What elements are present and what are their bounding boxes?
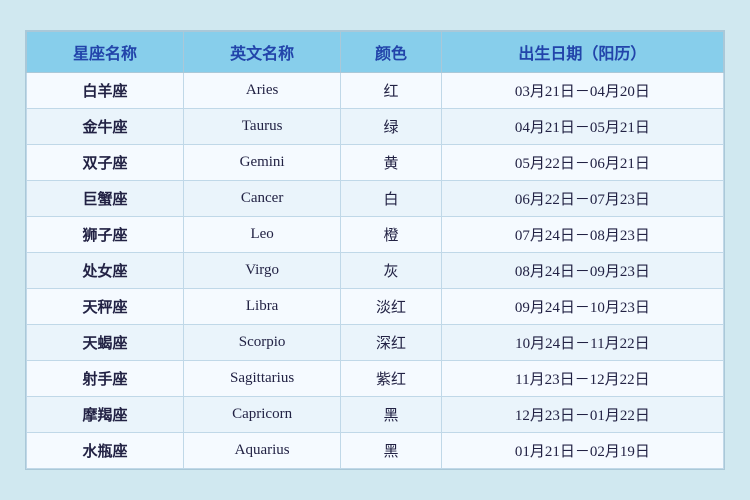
table-header-row: 星座名称 英文名称 颜色 出生日期（阳历） [27,32,724,73]
cell-dates: 12月23日－01月22日 [441,397,723,433]
cell-color: 深红 [341,325,442,361]
cell-chinese-name: 射手座 [27,361,184,397]
cell-english-name: Aquarius [183,433,340,469]
cell-english-name: Gemini [183,145,340,181]
cell-chinese-name: 天秤座 [27,289,184,325]
cell-color: 紫红 [341,361,442,397]
cell-english-name: Capricorn [183,397,340,433]
cell-chinese-name: 金牛座 [27,109,184,145]
cell-english-name: Scorpio [183,325,340,361]
cell-dates: 07月24日－08月23日 [441,217,723,253]
table-body: 白羊座Aries红03月21日－04月20日金牛座Taurus绿04月21日－0… [27,73,724,469]
table-row: 处女座Virgo灰08月24日－09月23日 [27,253,724,289]
cell-english-name: Aries [183,73,340,109]
cell-dates: 06月22日－07月23日 [441,181,723,217]
cell-color: 白 [341,181,442,217]
cell-color: 红 [341,73,442,109]
cell-dates: 11月23日－12月22日 [441,361,723,397]
cell-color: 橙 [341,217,442,253]
header-english-name: 英文名称 [183,32,340,73]
header-dates: 出生日期（阳历） [441,32,723,73]
table-row: 水瓶座Aquarius黑01月21日－02月19日 [27,433,724,469]
cell-chinese-name: 白羊座 [27,73,184,109]
cell-chinese-name: 摩羯座 [27,397,184,433]
cell-english-name: Leo [183,217,340,253]
cell-color: 灰 [341,253,442,289]
cell-color: 绿 [341,109,442,145]
zodiac-table: 星座名称 英文名称 颜色 出生日期（阳历） 白羊座Aries红03月21日－04… [26,31,724,469]
table-row: 射手座Sagittarius紫红11月23日－12月22日 [27,361,724,397]
cell-dates: 10月24日－11月22日 [441,325,723,361]
cell-chinese-name: 水瓶座 [27,433,184,469]
cell-color: 黑 [341,433,442,469]
table-row: 双子座Gemini黄05月22日－06月21日 [27,145,724,181]
header-color: 颜色 [341,32,442,73]
cell-dates: 03月21日－04月20日 [441,73,723,109]
cell-english-name: Taurus [183,109,340,145]
cell-color: 黑 [341,397,442,433]
cell-english-name: Sagittarius [183,361,340,397]
table-row: 天蝎座Scorpio深红10月24日－11月22日 [27,325,724,361]
table-row: 摩羯座Capricorn黑12月23日－01月22日 [27,397,724,433]
cell-dates: 05月22日－06月21日 [441,145,723,181]
zodiac-table-container: 星座名称 英文名称 颜色 出生日期（阳历） 白羊座Aries红03月21日－04… [25,30,725,470]
cell-chinese-name: 双子座 [27,145,184,181]
cell-chinese-name: 处女座 [27,253,184,289]
cell-english-name: Cancer [183,181,340,217]
table-row: 巨蟹座Cancer白06月22日－07月23日 [27,181,724,217]
cell-dates: 09月24日－10月23日 [441,289,723,325]
cell-dates: 08月24日－09月23日 [441,253,723,289]
cell-chinese-name: 天蝎座 [27,325,184,361]
cell-english-name: Libra [183,289,340,325]
cell-dates: 04月21日－05月21日 [441,109,723,145]
table-row: 狮子座Leo橙07月24日－08月23日 [27,217,724,253]
table-row: 金牛座Taurus绿04月21日－05月21日 [27,109,724,145]
table-row: 天秤座Libra淡红09月24日－10月23日 [27,289,724,325]
cell-color: 淡红 [341,289,442,325]
header-chinese-name: 星座名称 [27,32,184,73]
cell-color: 黄 [341,145,442,181]
cell-dates: 01月21日－02月19日 [441,433,723,469]
cell-chinese-name: 巨蟹座 [27,181,184,217]
cell-english-name: Virgo [183,253,340,289]
cell-chinese-name: 狮子座 [27,217,184,253]
table-row: 白羊座Aries红03月21日－04月20日 [27,73,724,109]
